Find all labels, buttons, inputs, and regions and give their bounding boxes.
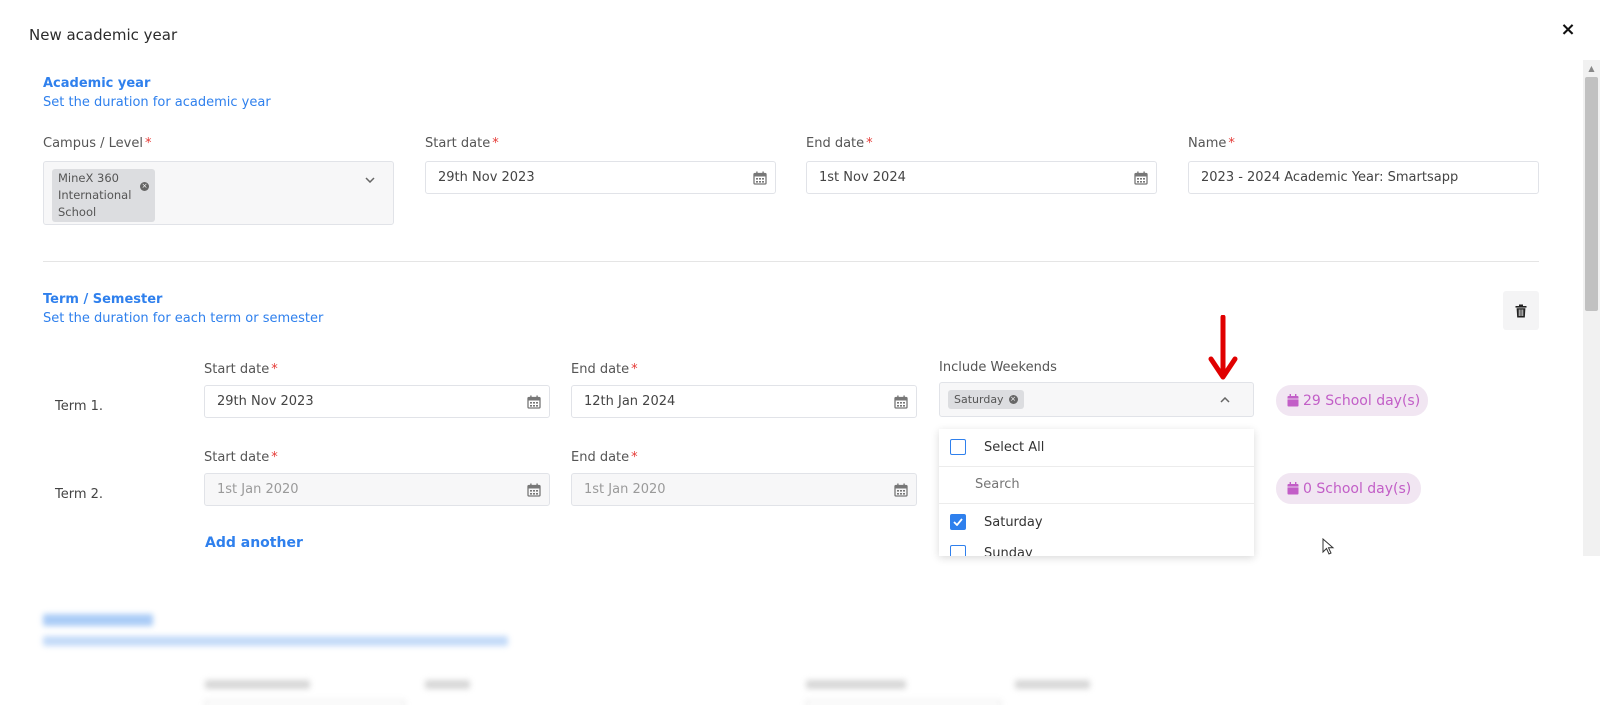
blurred-label (1015, 680, 1090, 689)
campus-label: Campus / Level * (43, 136, 152, 151)
term-2-label: Term 2. (55, 487, 104, 502)
dropdown-search-input[interactable] (975, 477, 1225, 492)
term-2-end-label: End date * (571, 450, 638, 465)
academic-year-subtitle: Set the duration for academic year (43, 95, 271, 110)
weekend-chip-label: Saturday (954, 393, 1004, 406)
year-start-value: 29th Nov 2023 (438, 170, 535, 185)
required-mark: * (866, 136, 873, 151)
blurred-section (0, 556, 1600, 705)
term-1-start-input[interactable]: 29th Nov 2023 (204, 385, 550, 418)
term-1-start-label: Start date * (204, 362, 278, 377)
blurred-label (806, 680, 906, 689)
chip-remove-icon[interactable]: × (1008, 395, 1018, 404)
blurred-label (425, 680, 470, 689)
term-2-start-input[interactable]: 1st Jan 2020 (204, 473, 550, 506)
term-1-end-label: End date * (571, 362, 638, 377)
scroll-up-icon[interactable]: ▲ (1583, 60, 1600, 76)
term-2-days-text: 0 School day(s) (1303, 480, 1412, 497)
term-2-start-value: 1st Jan 2020 (217, 482, 299, 497)
term-1-days-text: 29 School day(s) (1303, 392, 1421, 409)
term-1-start-value: 29th Nov 2023 (217, 394, 314, 409)
campus-select[interactable]: MineX 360 International School × (43, 161, 394, 225)
term-2-end-value: 1st Jan 2020 (584, 482, 666, 497)
year-name-label: Name * (1188, 136, 1235, 151)
blurred-field (205, 700, 405, 705)
calendar-icon[interactable] (527, 395, 541, 409)
term-1-end-value: 12th Jan 2024 (584, 394, 676, 409)
term-1-school-days: 29 School day(s) (1276, 385, 1428, 416)
required-mark: * (271, 450, 278, 465)
required-mark: * (492, 136, 499, 151)
required-mark: * (1228, 136, 1235, 151)
required-mark: * (631, 450, 638, 465)
select-all-checkbox[interactable] (950, 439, 966, 455)
chip-remove-icon[interactable]: × (140, 182, 149, 191)
year-end-input[interactable]: 1st Nov 2024 (806, 161, 1157, 194)
chevron-down-icon (365, 177, 375, 183)
calendar-icon[interactable] (527, 483, 541, 497)
campus-chip: MineX 360 International School × (52, 169, 155, 222)
saturday-checkbox[interactable] (950, 514, 966, 530)
blurred-field (806, 700, 1001, 705)
term-2-school-days: 0 School day(s) (1276, 473, 1421, 504)
weekends-dropdown-menu: Select All Saturday Sunday (939, 429, 1254, 556)
calendar-icon (1287, 482, 1299, 495)
saturday-label: Saturday (984, 514, 1043, 530)
annotation-arrow (1208, 315, 1238, 380)
trash-icon (1515, 304, 1527, 317)
mouse-cursor (1322, 538, 1335, 555)
option-sunday[interactable]: Sunday (939, 535, 1254, 556)
campus-chip-label: MineX 360 International School (58, 171, 132, 219)
weekend-chip: Saturday × (948, 390, 1024, 409)
required-mark: * (271, 362, 278, 377)
calendar-icon[interactable] (894, 483, 908, 497)
year-start-input[interactable]: 29th Nov 2023 (425, 161, 776, 194)
term-section-subtitle: Set the duration for each term or semest… (43, 311, 324, 326)
required-mark: * (631, 362, 638, 377)
blurred-title (43, 614, 153, 626)
chevron-up-icon[interactable] (1220, 397, 1230, 403)
calendar-icon[interactable] (894, 395, 908, 409)
sunday-label: Sunday (984, 545, 1033, 557)
select-all-option[interactable]: Select All (939, 429, 1254, 465)
term-section-title: Term / Semester (43, 292, 163, 307)
sunday-checkbox[interactable] (950, 545, 966, 556)
weekends-select[interactable]: Saturday × (939, 382, 1254, 417)
required-mark: * (144, 136, 152, 151)
calendar-icon (1287, 394, 1299, 407)
term-1-end-input[interactable]: 12th Jan 2024 (571, 385, 917, 418)
blurred-subtitle (43, 636, 508, 646)
term-2-start-label: Start date * (204, 450, 278, 465)
year-start-label: Start date * (425, 136, 499, 151)
term-1-label: Term 1. (55, 399, 104, 414)
add-another-term-link[interactable]: Add another (205, 535, 303, 551)
modal-title: New academic year (29, 26, 178, 44)
blurred-label (205, 680, 310, 689)
calendar-icon[interactable] (1134, 171, 1148, 185)
term-2-end-input[interactable]: 1st Jan 2020 (571, 473, 917, 506)
select-all-label: Select All (984, 439, 1045, 455)
close-icon[interactable]: × (1557, 19, 1579, 41)
year-end-label: End date * (806, 136, 873, 151)
year-end-value: 1st Nov 2024 (819, 170, 906, 185)
calendar-icon[interactable] (753, 171, 767, 185)
delete-term-button[interactable] (1503, 291, 1539, 330)
check-icon (953, 518, 963, 526)
scrollbar-thumb[interactable] (1585, 77, 1598, 311)
include-weekends-label: Include Weekends (939, 360, 1057, 375)
section-divider (43, 261, 1539, 262)
year-name-value: 2023 - 2024 Academic Year: Smartsapp (1201, 170, 1459, 185)
dropdown-search[interactable] (939, 467, 1254, 502)
academic-year-title: Academic year (43, 76, 151, 91)
year-name-input[interactable]: 2023 - 2024 Academic Year: Smartsapp (1188, 161, 1539, 194)
